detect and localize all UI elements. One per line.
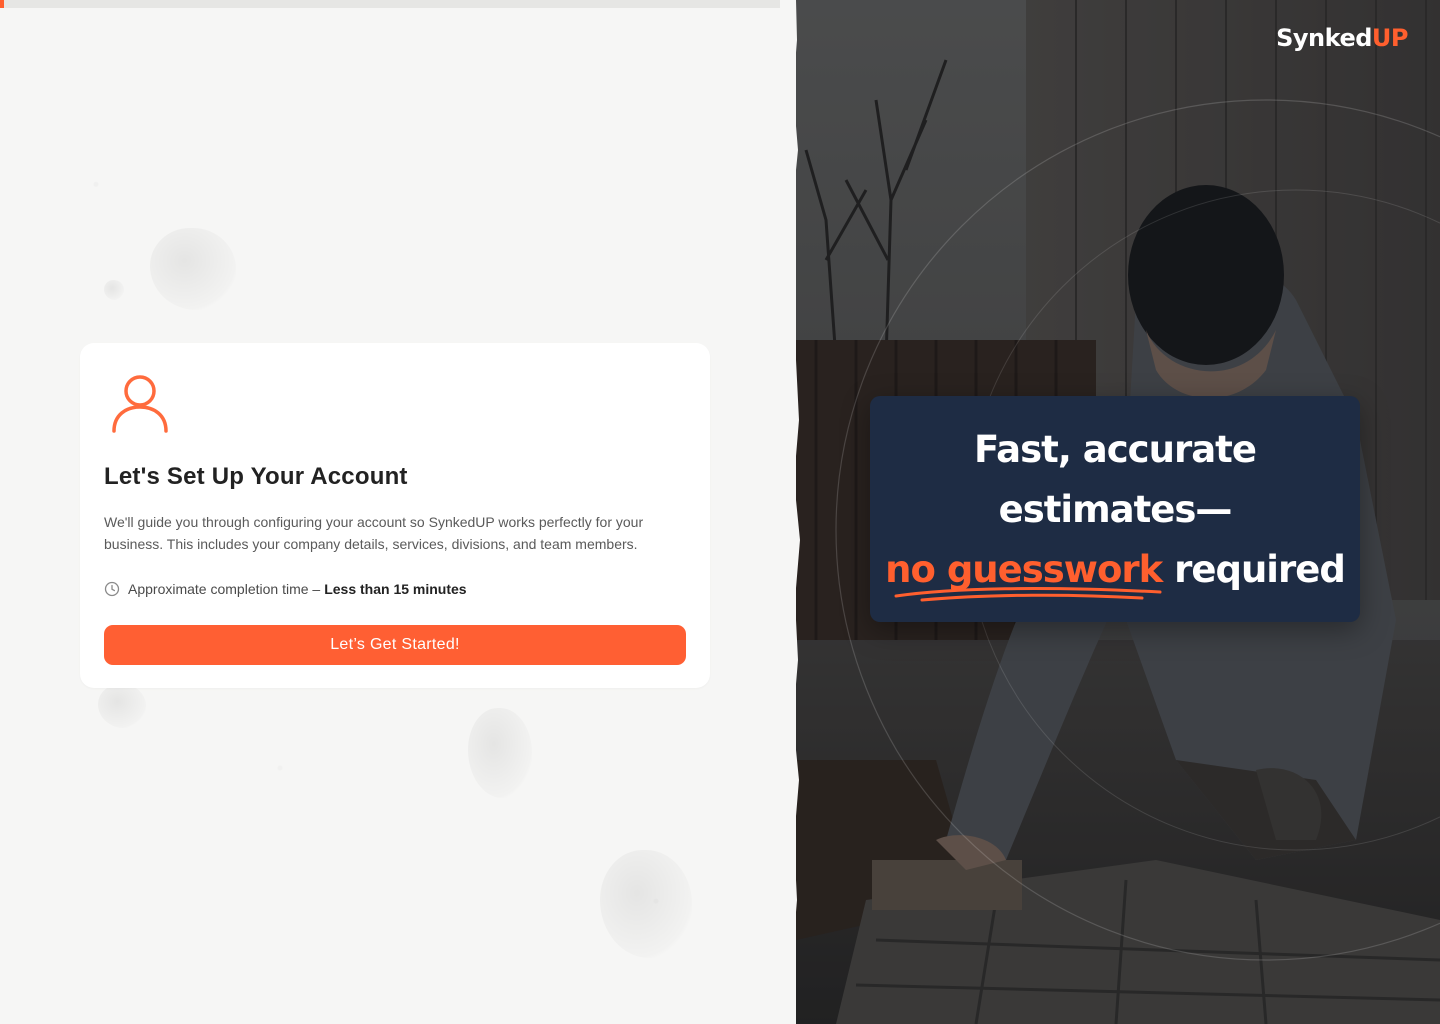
completion-time-label: Approximate completion time – [128, 581, 321, 597]
logo-accent-text: UP [1371, 24, 1409, 52]
left-panel: Let's Set Up Your Account We'll guide yo… [0, 0, 800, 1024]
user-icon [112, 375, 168, 433]
hero-line-3-rest: required [1174, 548, 1346, 591]
get-started-button[interactable]: Let’s Get Started! [104, 625, 686, 665]
completion-time: Approximate completion time – Less than … [104, 581, 467, 597]
setup-description: We'll guide you through configuring your… [104, 514, 644, 552]
setup-card: Let's Set Up Your Account We'll guide yo… [80, 343, 710, 688]
decorative-blob [98, 684, 146, 728]
clock-icon [104, 581, 120, 597]
hero-line-1: Fast, accurate [974, 428, 1257, 471]
completion-time-value: Less than 15 minutes [324, 581, 467, 597]
progress-bar [0, 0, 800, 8]
hero-line-2: estimates— [998, 488, 1233, 531]
progress-bar-fill [0, 0, 4, 8]
torn-paper-edge [780, 0, 800, 1024]
decorative-blob [104, 280, 124, 300]
scribble-underline [894, 587, 1162, 602]
synkedup-logo: Synked UP [1276, 24, 1408, 52]
logo-text: Synked [1276, 24, 1372, 52]
page-title: Let's Set Up Your Account [104, 463, 408, 490]
